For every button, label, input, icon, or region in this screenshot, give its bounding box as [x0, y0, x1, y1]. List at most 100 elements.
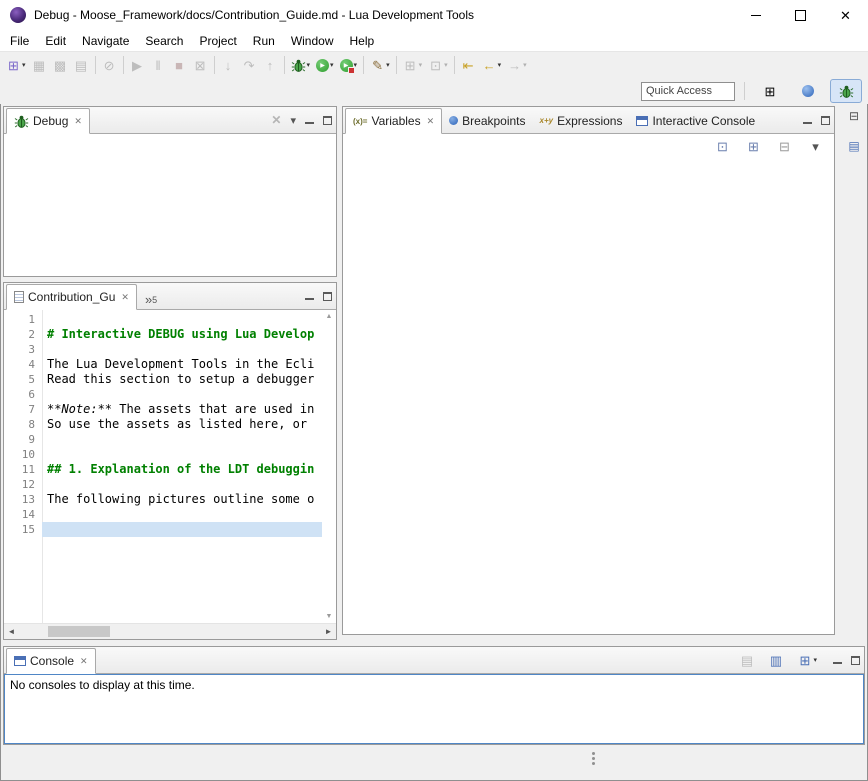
debug-perspective-button[interactable] — [830, 79, 862, 103]
step-over-button[interactable]: ↷ — [240, 54, 259, 76]
scroll-down-icon[interactable]: ▼ — [326, 613, 333, 620]
debug-button[interactable]: ▾ — [289, 54, 313, 76]
view-menu-button[interactable]: ▾ — [290, 114, 296, 127]
new-wizard-button[interactable]: ⊞▾ — [401, 54, 425, 76]
maximize-view-button[interactable] — [821, 116, 830, 125]
minimize-view-button[interactable] — [833, 657, 842, 664]
editor-line[interactable]: 11## 1. Explanation of the LDT debuggin — [4, 462, 322, 477]
tab-console[interactable]: Console ✕ — [6, 648, 96, 674]
close-tab-icon[interactable]: ✕ — [427, 116, 435, 127]
editor-lines[interactable]: 12# Interactive DEBUG using Lua Develop3… — [4, 310, 322, 623]
editor-line[interactable]: 3 — [4, 342, 322, 357]
editor-line[interactable]: 6 — [4, 387, 322, 402]
editor-line[interactable]: 1 — [4, 312, 322, 327]
display-selected-console-button[interactable]: ▥ — [766, 649, 785, 671]
editor-line[interactable]: 4The Lua Development Tools in the Ecli — [4, 357, 322, 372]
menu-search[interactable]: Search — [137, 34, 191, 48]
terminate-button[interactable]: ■ — [170, 54, 189, 76]
editor-line[interactable]: 14 — [4, 507, 322, 522]
tab-variables[interactable]: (x)=Variables✕ — [345, 108, 442, 134]
tab-interactive-console[interactable]: Interactive Console — [629, 108, 762, 133]
annotation-tool-dropdown-icon[interactable]: ▾ — [386, 61, 390, 69]
menu-file[interactable]: File — [2, 34, 37, 48]
maximize-view-button[interactable] — [323, 116, 332, 125]
scroll-left-icon[interactable]: ◄ — [4, 624, 19, 638]
close-tab-icon[interactable]: ✕ — [80, 656, 88, 667]
tab-expressions[interactable]: x+yExpressions — [533, 108, 630, 133]
editor-line[interactable]: 12 — [4, 477, 322, 492]
minimize-view-button[interactable] — [803, 117, 812, 124]
menu-window[interactable]: Window — [283, 34, 342, 48]
editor-line[interactable]: 10 — [4, 447, 322, 462]
close-tab-icon[interactable]: ✕ — [74, 116, 82, 127]
show-logical-structures-button[interactable]: ⊞ — [744, 135, 763, 157]
back-button[interactable]: ←▾ — [480, 54, 504, 76]
save-button[interactable]: ▦ — [30, 54, 49, 76]
editor-line[interactable]: 15 — [4, 522, 322, 537]
scroll-up-icon[interactable]: ▲ — [326, 313, 333, 320]
new-dropdown-icon[interactable]: ▾ — [22, 61, 26, 69]
disconnect-button[interactable]: ⊠ — [191, 54, 210, 76]
debug-dropdown-icon[interactable]: ▾ — [307, 61, 311, 69]
back-dropdown-icon[interactable]: ▾ — [498, 61, 502, 69]
minimize-view-button[interactable] — [305, 293, 314, 300]
print-button[interactable]: ▤ — [72, 54, 91, 76]
editor-tab[interactable]: Contribution_Gu ✕ — [6, 284, 137, 310]
resume-button[interactable]: ▶ — [128, 54, 147, 76]
new-button[interactable]: ⊞▾ — [4, 54, 28, 76]
close-tab-icon[interactable]: ✕ — [121, 292, 129, 303]
minimize-view-button[interactable] — [305, 117, 314, 124]
editor-line[interactable]: 8So use the assets as listed here, or — [4, 417, 322, 432]
quick-access-input[interactable] — [641, 82, 735, 101]
editor-line[interactable]: 2# Interactive DEBUG using Lua Develop — [4, 327, 322, 342]
scroll-right-icon[interactable]: ► — [321, 624, 336, 638]
show-type-names-button[interactable]: ⊡ — [713, 135, 732, 157]
tab-debug[interactable]: Debug ✕ — [6, 108, 90, 134]
menu-help[interactable]: Help — [342, 34, 383, 48]
suspend-button[interactable]: ‖ — [149, 54, 168, 76]
save-all-button[interactable]: ▩ — [51, 54, 70, 76]
maximize-view-button[interactable] — [323, 292, 332, 301]
open-console-button[interactable]: ⊞▾ — [795, 649, 819, 671]
step-return-button[interactable]: ↑ — [261, 54, 280, 76]
menu-run[interactable]: Run — [245, 34, 283, 48]
ldt-perspective-button[interactable] — [792, 79, 824, 103]
editor-line[interactable]: 9 — [4, 432, 322, 447]
open-search-button[interactable]: ⊡▾ — [426, 54, 450, 76]
new-wizard-dropdown-icon[interactable]: ▾ — [419, 61, 423, 69]
maximize-view-button[interactable] — [851, 656, 860, 665]
outline-view-button[interactable]: ▤ — [844, 136, 864, 156]
forward-dropdown-icon[interactable]: ▾ — [523, 61, 527, 69]
editor-horizontal-scrollbar[interactable]: ◄ ► — [4, 623, 336, 639]
step-into-button[interactable]: ↓ — [219, 54, 238, 76]
run-button[interactable]: ▶▾ — [314, 54, 336, 76]
open-perspective-button[interactable]: ⊞ — [754, 79, 786, 103]
menu-edit[interactable]: Edit — [37, 34, 74, 48]
remove-terminated-button[interactable]: ✕ — [271, 113, 281, 127]
open-console-dropdown-icon[interactable]: ▾ — [813, 656, 817, 664]
sash-gripper[interactable] — [592, 752, 595, 755]
view-menu-button[interactable]: ▾ — [806, 135, 825, 157]
maximize-window-button[interactable] — [778, 0, 823, 30]
tab-breakpoints[interactable]: Breakpoints — [442, 108, 532, 133]
editor-tab-overflow[interactable]: »5 — [137, 280, 161, 309]
editor-line[interactable]: 5Read this section to setup a debugger — [4, 372, 322, 387]
collapse-all-button[interactable]: ⊟ — [775, 135, 794, 157]
run-dropdown-icon[interactable]: ▾ — [330, 61, 334, 69]
close-window-button[interactable]: ✕ — [823, 0, 868, 30]
menu-project[interactable]: Project — [191, 34, 244, 48]
open-search-dropdown-icon[interactable]: ▾ — [444, 61, 448, 69]
last-edit-location-button[interactable]: ⇤ — [459, 54, 478, 76]
minimize-window-button[interactable] — [733, 0, 778, 30]
restore-view-button[interactable]: ⊟ — [844, 106, 864, 126]
forward-button[interactable]: →▾ — [505, 54, 529, 76]
editor-vertical-scrollbar[interactable]: ▲ ▼ — [322, 310, 336, 623]
open-console-page-button[interactable]: ▤ — [737, 649, 756, 671]
editor-line[interactable]: 13The following pictures outline some o — [4, 492, 322, 507]
annotation-tool-button[interactable]: ✎▾ — [368, 54, 392, 76]
external-tools-button[interactable]: ▶▾ — [338, 54, 360, 76]
skip-all-breakpoints-button[interactable]: ⊘ — [100, 54, 119, 76]
editor-line[interactable]: 7**Note:** The assets that are used in — [4, 402, 322, 417]
scrollbar-thumb[interactable] — [48, 626, 110, 637]
menu-navigate[interactable]: Navigate — [74, 34, 137, 48]
